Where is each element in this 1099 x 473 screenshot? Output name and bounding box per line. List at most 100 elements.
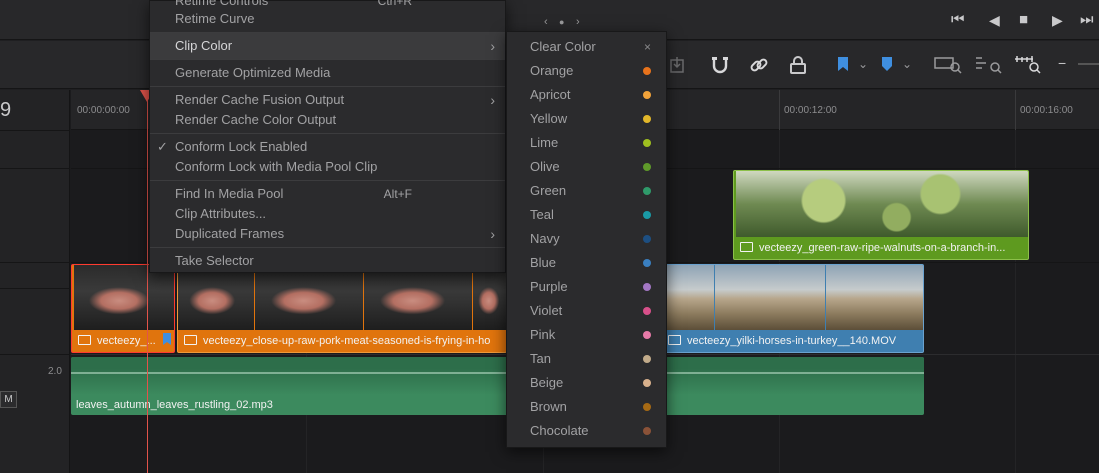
clear-icon: × (643, 40, 651, 54)
color-swatch-icon (643, 283, 651, 291)
clip-color-lime[interactable]: Lime (507, 131, 666, 155)
clip-thumbnail (178, 265, 254, 330)
clip-thumbnail (255, 265, 363, 330)
clip-color-tan[interactable]: Tan (507, 347, 666, 371)
prev-page-icon[interactable]: ‹ (544, 12, 548, 32)
clip-color-olive[interactable]: Olive (507, 155, 666, 179)
menu-item-clip-attributes[interactable]: Clip Attributes... (150, 204, 505, 224)
clip-color-brown[interactable]: Brown (507, 395, 666, 419)
color-swatch-icon (643, 187, 651, 195)
go-to-end-icon[interactable]: ⏭ (1080, 10, 1094, 30)
playhead-line[interactable] (147, 90, 148, 473)
menu-separator (150, 180, 505, 181)
volume-line[interactable] (71, 372, 924, 374)
clip-color-beige[interactable]: Beige (507, 371, 666, 395)
menu-item-render-cache-color[interactable]: Render Cache Color Output (150, 110, 505, 130)
timecode-display: 9 (0, 99, 12, 121)
marker-icon[interactable] (880, 56, 894, 74)
divider (0, 130, 70, 131)
clip-color-orange[interactable]: Orange (507, 59, 666, 83)
audio-clip[interactable]: leaves_autumn_leaves_rustling_02.mp3 (71, 357, 924, 415)
audio-level-label: 2.0 (48, 366, 62, 377)
clip-color-chocolate[interactable]: Chocolate (507, 419, 666, 443)
clip-label: vecteezy_... (72, 330, 174, 352)
stop-icon[interactable]: ■ (1019, 10, 1028, 30)
clip-marker-icon[interactable] (162, 332, 172, 346)
menu-item-generate-optimized-media[interactable]: Generate Optimized Media (150, 63, 505, 83)
clip-color-clear[interactable]: Clear Color × (507, 35, 666, 59)
clip-color-submenu: Clear Color × Orange Apricot Yellow Lime … (506, 31, 667, 448)
video-clip-meat-long[interactable]: vecteezy_close-up-raw-pork-meat-seasoned… (177, 264, 507, 353)
mute-button[interactable]: M (0, 391, 17, 408)
menu-item-clip-color[interactable]: Clip Color › (150, 33, 505, 59)
divider (0, 354, 70, 355)
zoom-full-extent-icon[interactable] (934, 55, 964, 75)
detail-zoom-icon[interactable] (975, 55, 1005, 75)
video-clip-horses[interactable]: vecteezy_yilki-horses-in-turkey__140.MOV (659, 264, 924, 353)
clip-color-apricot[interactable]: Apricot (507, 83, 666, 107)
color-swatch-icon (643, 355, 651, 363)
color-swatch-icon (643, 139, 651, 147)
clip-label: vecteezy_close-up-raw-pork-meat-seasoned… (178, 330, 506, 352)
menu-separator (150, 86, 505, 87)
clip-thumbnail (364, 265, 472, 330)
divider (0, 168, 70, 169)
menu-item-render-cache-fusion[interactable]: Render Cache Fusion Output › (150, 90, 505, 110)
color-swatch-icon (643, 379, 651, 387)
clip-context-menu: Retime Controls Ctrl+R Retime Curve Clip … (149, 0, 506, 273)
clip-color-teal[interactable]: Teal (507, 203, 666, 227)
menu-item-take-selector[interactable]: Take Selector (150, 251, 505, 271)
video-clip-walnuts[interactable]: vecteezy_green-raw-ripe-walnuts-on-a-bra… (733, 170, 1029, 260)
insert-icon[interactable] (668, 55, 686, 75)
flag-dropdown-icon[interactable]: ⌄ (858, 54, 868, 74)
audio-waveform (71, 357, 924, 395)
snapping-icon[interactable] (709, 54, 731, 76)
next-page-icon[interactable]: › (576, 12, 580, 32)
color-swatch-icon (643, 67, 651, 75)
menu-item-conform-lock-enabled[interactable]: ✓ Conform Lock Enabled (150, 137, 505, 157)
clip-color-navy[interactable]: Navy (507, 227, 666, 251)
video-clip-meat-short[interactable]: vecteezy_... (71, 264, 175, 353)
clip-type-icon (184, 335, 197, 345)
color-swatch-icon (643, 91, 651, 99)
menu-item-retime-curve[interactable]: Retime Curve (150, 9, 505, 29)
color-swatch-icon (643, 259, 651, 267)
audio-clip-label: leaves_autumn_leaves_rustling_02.mp3 (76, 399, 273, 411)
clip-color-violet[interactable]: Violet (507, 299, 666, 323)
clip-type-icon (740, 242, 753, 252)
divider (0, 288, 70, 289)
go-to-start-icon[interactable]: ⏮ (951, 10, 965, 30)
clip-color-purple[interactable]: Purple (507, 275, 666, 299)
menu-separator (150, 59, 505, 60)
zoom-slider[interactable] (1078, 63, 1099, 65)
clip-color-yellow[interactable]: Yellow (507, 107, 666, 131)
color-swatch-icon (643, 427, 651, 435)
play-icon[interactable]: ▶ (1052, 10, 1063, 30)
submenu-arrow-icon: › (490, 38, 495, 54)
submenu-arrow-icon: › (490, 226, 495, 242)
clip-thumbnail (736, 171, 1028, 237)
flag-icon[interactable] (836, 56, 850, 74)
zoom-out-icon[interactable]: − (1058, 53, 1066, 73)
clip-color-pink[interactable]: Pink (507, 323, 666, 347)
clip-color-blue[interactable]: Blue (507, 251, 666, 275)
color-swatch-icon (643, 403, 651, 411)
clip-label: vecteezy_yilki-horses-in-turkey__140.MOV (660, 330, 923, 352)
position-lock-icon[interactable] (787, 54, 809, 76)
menu-separator (150, 133, 505, 134)
clip-color-green[interactable]: Green (507, 179, 666, 203)
linked-selection-icon[interactable] (748, 54, 770, 76)
play-reverse-icon[interactable]: ◀ (989, 10, 1000, 30)
track-headers: 9 2.0 M (0, 90, 70, 473)
marker-dropdown-icon[interactable]: ⌄ (902, 54, 912, 74)
timecode-label: 00:00:00:00 (77, 105, 130, 116)
divider (0, 262, 70, 263)
menu-item-find-in-media-pool[interactable]: Find In Media Pool Alt+F (150, 184, 505, 204)
checkmark-icon: ✓ (157, 139, 168, 154)
color-swatch-icon (643, 211, 651, 219)
menu-item-duplicated-frames[interactable]: Duplicated Frames › (150, 224, 505, 244)
custom-zoom-icon[interactable] (1014, 55, 1044, 75)
color-swatch-icon (643, 115, 651, 123)
clip-thumbnail (826, 265, 923, 330)
menu-item-conform-lock-media-pool[interactable]: Conform Lock with Media Pool Clip (150, 157, 505, 177)
